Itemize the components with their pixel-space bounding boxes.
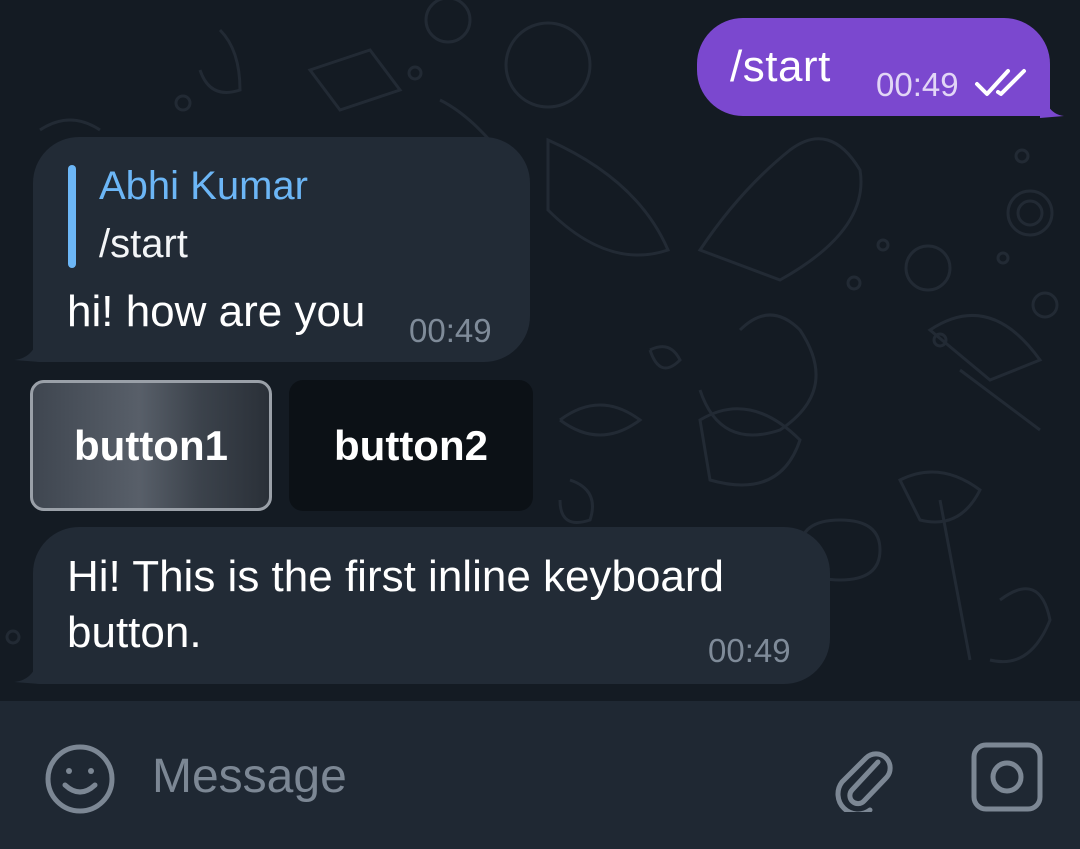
reply-sender-name[interactable]: Abhi Kumar <box>99 164 308 209</box>
outgoing-message-text: /start <box>730 42 831 91</box>
inline-keyboard-button-1[interactable]: button1 <box>30 380 272 511</box>
smile-icon[interactable] <box>44 743 116 815</box>
outgoing-bubble-tail <box>1040 80 1064 118</box>
incoming-bubble-tail <box>14 330 40 362</box>
reply-quote-bar <box>68 165 76 268</box>
paperclip-icon[interactable] <box>832 740 896 812</box>
reply-quote-text[interactable]: /start <box>99 222 188 267</box>
message-input[interactable] <box>150 745 794 807</box>
incoming-message-text: Hi! This is the first inline keyboard bu… <box>67 552 725 657</box>
incoming-bubble-tail <box>14 652 40 684</box>
inline-keyboard-button-2[interactable]: button2 <box>289 380 533 511</box>
incoming-message-text: hi! how are you <box>67 287 366 336</box>
incoming-message-time: 00:49 <box>409 312 492 349</box>
camera-icon[interactable] <box>970 741 1044 813</box>
outgoing-message-time: 00:49 <box>876 66 959 103</box>
double-check-icon <box>975 69 1026 96</box>
incoming-message-time: 00:49 <box>708 632 791 669</box>
chat-area[interactable]: /start 00:49 Abhi Kumar /start hi! how a… <box>0 0 1080 701</box>
